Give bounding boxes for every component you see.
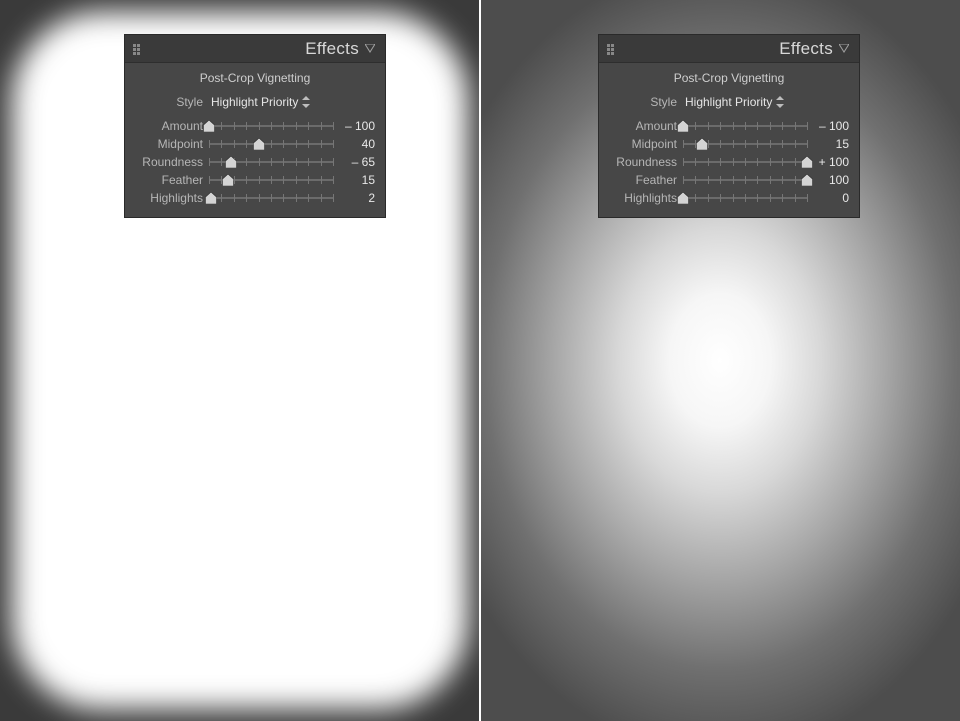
slider-thumb-icon[interactable] bbox=[678, 192, 689, 204]
slider-feather[interactable] bbox=[209, 173, 333, 187]
panel-header[interactable]: Effects bbox=[125, 35, 385, 63]
panel-title: Effects bbox=[615, 39, 839, 59]
slider-midpoint[interactable] bbox=[209, 137, 333, 151]
effects-panel-left: Effects Post-Crop Vignetting Style Highl… bbox=[124, 34, 386, 218]
style-value: Highlight Priority bbox=[211, 95, 298, 109]
slider-feather[interactable] bbox=[683, 173, 807, 187]
dropdown-updown-icon bbox=[302, 96, 310, 108]
style-row: Style Highlight Priority bbox=[609, 91, 849, 113]
slider-label: Highlights bbox=[135, 191, 209, 205]
panel-grip-icon[interactable] bbox=[607, 44, 615, 55]
preview-pane-right: Effects Post-Crop Vignetting Style Highl… bbox=[480, 0, 960, 721]
slider-value[interactable]: 2 bbox=[333, 191, 375, 205]
slider-label: Highlights bbox=[609, 191, 683, 205]
panel-body: Post-Crop Vignetting Style Highlight Pri… bbox=[125, 63, 385, 217]
slider-value[interactable]: 15 bbox=[333, 173, 375, 187]
slider-value[interactable]: 0 bbox=[807, 191, 849, 205]
slider-value[interactable]: 15 bbox=[807, 137, 849, 151]
slider-value[interactable]: – 100 bbox=[333, 119, 375, 133]
style-label: Style bbox=[135, 95, 209, 109]
slider-value[interactable]: – 65 bbox=[333, 155, 375, 169]
slider-row-feather: Feather 15 bbox=[135, 171, 375, 189]
style-label: Style bbox=[609, 95, 683, 109]
panel-collapse-icon[interactable] bbox=[365, 44, 375, 54]
panel-grip-icon[interactable] bbox=[133, 44, 141, 55]
slider-label: Feather bbox=[609, 173, 683, 187]
panel-title: Effects bbox=[141, 39, 365, 59]
slider-row-midpoint: Midpoint 40 bbox=[135, 135, 375, 153]
slider-thumb-icon[interactable] bbox=[206, 192, 217, 204]
slider-thumb-icon[interactable] bbox=[678, 120, 689, 132]
slider-row-amount: Amount – 100 bbox=[609, 117, 849, 135]
slider-highlights[interactable] bbox=[683, 191, 807, 205]
slider-row-roundness: Roundness – 65 bbox=[135, 153, 375, 171]
slider-label: Midpoint bbox=[609, 137, 683, 151]
slider-row-feather: Feather 100 bbox=[609, 171, 849, 189]
slider-rows-left: Amount – 100 Midpoint 40 Roundness – 65 Feathe… bbox=[135, 117, 375, 207]
slider-amount[interactable] bbox=[683, 119, 807, 133]
section-title: Post-Crop Vignetting bbox=[609, 69, 849, 91]
slider-row-amount: Amount – 100 bbox=[135, 117, 375, 135]
slider-row-roundness: Roundness + 100 bbox=[609, 153, 849, 171]
slider-value[interactable]: 40 bbox=[333, 137, 375, 151]
dropdown-updown-icon bbox=[776, 96, 784, 108]
slider-label: Amount bbox=[609, 119, 683, 133]
slider-roundness[interactable] bbox=[209, 155, 333, 169]
slider-label: Amount bbox=[135, 119, 209, 133]
style-value: Highlight Priority bbox=[685, 95, 772, 109]
panel-collapse-icon[interactable] bbox=[839, 44, 849, 54]
panel-header[interactable]: Effects bbox=[599, 35, 859, 63]
slider-thumb-icon[interactable] bbox=[225, 156, 236, 168]
effects-panel-right: Effects Post-Crop Vignetting Style Highl… bbox=[598, 34, 860, 218]
style-dropdown[interactable]: Highlight Priority bbox=[209, 94, 312, 110]
section-title: Post-Crop Vignetting bbox=[135, 69, 375, 91]
slider-row-highlights: Highlights 0 bbox=[609, 189, 849, 207]
slider-thumb-icon[interactable] bbox=[802, 156, 813, 168]
slider-midpoint[interactable] bbox=[683, 137, 807, 151]
slider-value[interactable]: 100 bbox=[807, 173, 849, 187]
slider-row-midpoint: Midpoint 15 bbox=[609, 135, 849, 153]
slider-thumb-icon[interactable] bbox=[253, 138, 264, 150]
slider-amount[interactable] bbox=[209, 119, 333, 133]
style-dropdown[interactable]: Highlight Priority bbox=[683, 94, 786, 110]
slider-thumb-icon[interactable] bbox=[222, 174, 233, 186]
panel-body: Post-Crop Vignetting Style Highlight Pri… bbox=[599, 63, 859, 217]
style-row: Style Highlight Priority bbox=[135, 91, 375, 113]
slider-value[interactable]: + 100 bbox=[807, 155, 849, 169]
slider-label: Roundness bbox=[609, 155, 683, 169]
slider-highlights[interactable] bbox=[209, 191, 333, 205]
slider-label: Roundness bbox=[135, 155, 209, 169]
slider-label: Feather bbox=[135, 173, 209, 187]
slider-label: Midpoint bbox=[135, 137, 209, 151]
slider-value[interactable]: – 100 bbox=[807, 119, 849, 133]
preview-pane-left: Effects Post-Crop Vignetting Style Highl… bbox=[0, 0, 480, 721]
slider-rows-right: Amount – 100 Midpoint 15 Roundness + 100 Feath… bbox=[609, 117, 849, 207]
slider-thumb-icon[interactable] bbox=[696, 138, 707, 150]
pane-divider bbox=[479, 0, 481, 721]
slider-row-highlights: Highlights 2 bbox=[135, 189, 375, 207]
slider-thumb-icon[interactable] bbox=[802, 174, 813, 186]
slider-roundness[interactable] bbox=[683, 155, 807, 169]
slider-thumb-icon[interactable] bbox=[204, 120, 215, 132]
